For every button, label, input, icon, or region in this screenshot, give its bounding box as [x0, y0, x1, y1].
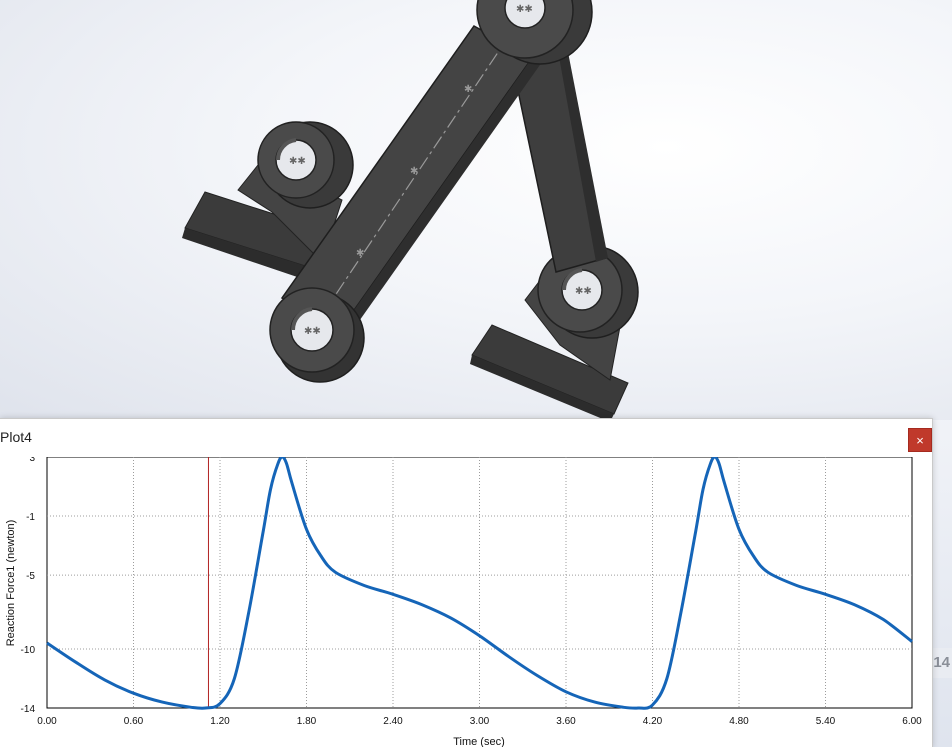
linkage-model[interactable]: ✱✱ ✱✱ ✱✱ ✱✱ ✱ ✱ ✱ — [0, 0, 952, 420]
y-tick-label: -10 — [21, 645, 36, 656]
right-bracket[interactable]: ✱✱ — [470, 245, 639, 420]
y-tick-label: -5 — [26, 571, 35, 582]
y-tick-label: 3 — [29, 457, 35, 464]
x-tick-label: 1.20 — [210, 716, 230, 727]
pin-marker-icon: ✱✱ — [289, 156, 306, 167]
x-tick-label: 4.80 — [729, 716, 749, 727]
x-axis-title: Time (sec) — [453, 736, 505, 747]
x-tick-label: 3.00 — [470, 716, 490, 727]
x-tick-label: 6.00 — [902, 716, 922, 727]
y-tick-label: -14 — [21, 704, 36, 715]
x-tick-label: 5.40 — [816, 716, 836, 727]
model-viewport[interactable]: ✱✱ ✱✱ ✱✱ ✱✱ ✱ ✱ ✱ — [0, 0, 952, 420]
x-tick-label: 0.00 — [37, 716, 57, 727]
center-marker-icon: ✱ — [356, 248, 364, 259]
x-axis-ticks: 0.00 0.60 1.20 1.80 2.40 3.00 3.60 4.20 4.80 5.40… — [37, 716, 922, 727]
x-tick-label: 3.60 — [556, 716, 576, 727]
reaction-force-chart[interactable]: 3 -1 -5 -10 -14 0.00 0.60 1.20 1.80 2.40 3.00 3.60… — [0, 457, 932, 747]
y-axis-ticks: 3 -1 -5 -10 -14 — [21, 457, 36, 715]
pin-marker-icon: ✱✱ — [575, 286, 592, 297]
window-title: Plot4 — [0, 429, 32, 445]
y-tick-label: -1 — [26, 512, 35, 523]
pin-marker-icon: ✱✱ — [304, 326, 321, 337]
side-panel-badge: 14 — [932, 648, 952, 678]
y-axis-title: Reaction Force1 (newton) — [5, 520, 17, 647]
center-marker-icon: ✱ — [464, 84, 472, 95]
x-tick-label: 2.40 — [383, 716, 403, 727]
close-button[interactable]: × — [908, 428, 932, 452]
plot-titlebar[interactable]: Plot4 × — [0, 419, 932, 457]
x-tick-label: 4.20 — [643, 716, 663, 727]
x-tick-label: 1.80 — [297, 716, 317, 727]
plot-window[interactable]: Plot4 × 3 -1 -5 -10 -14 0.00 0.60 1.20 1.80 2.40… — [0, 418, 933, 747]
x-tick-label: 0.60 — [124, 716, 144, 727]
pin-marker-icon: ✱✱ — [516, 4, 533, 15]
center-marker-icon: ✱ — [410, 166, 418, 177]
